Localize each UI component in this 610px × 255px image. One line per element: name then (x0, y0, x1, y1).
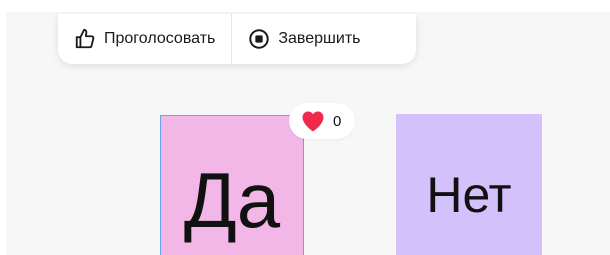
vote-button[interactable]: Проголосовать (58, 14, 231, 64)
like-count: 0 (333, 112, 342, 130)
sticky-note-no[interactable]: Нет (396, 114, 542, 255)
like-reaction-button[interactable]: 0 (289, 103, 356, 139)
thumbs-up-icon (74, 28, 96, 50)
stop-circle-icon (248, 28, 270, 50)
voting-toolbar: Проголосовать Завершить (58, 14, 416, 64)
vote-button-label: Проголосовать (104, 30, 216, 47)
heart-icon (302, 111, 324, 132)
finish-button[interactable]: Завершить (232, 14, 376, 64)
sticky-note-yes[interactable]: Да (160, 115, 304, 255)
finish-button-label: Завершить (278, 30, 361, 47)
sticky-note-no-text: Нет (426, 167, 512, 223)
sticky-note-yes-text: Да (183, 155, 281, 244)
board-canvas[interactable]: Проголосовать Завершить Да Нет 0 (6, 12, 610, 255)
